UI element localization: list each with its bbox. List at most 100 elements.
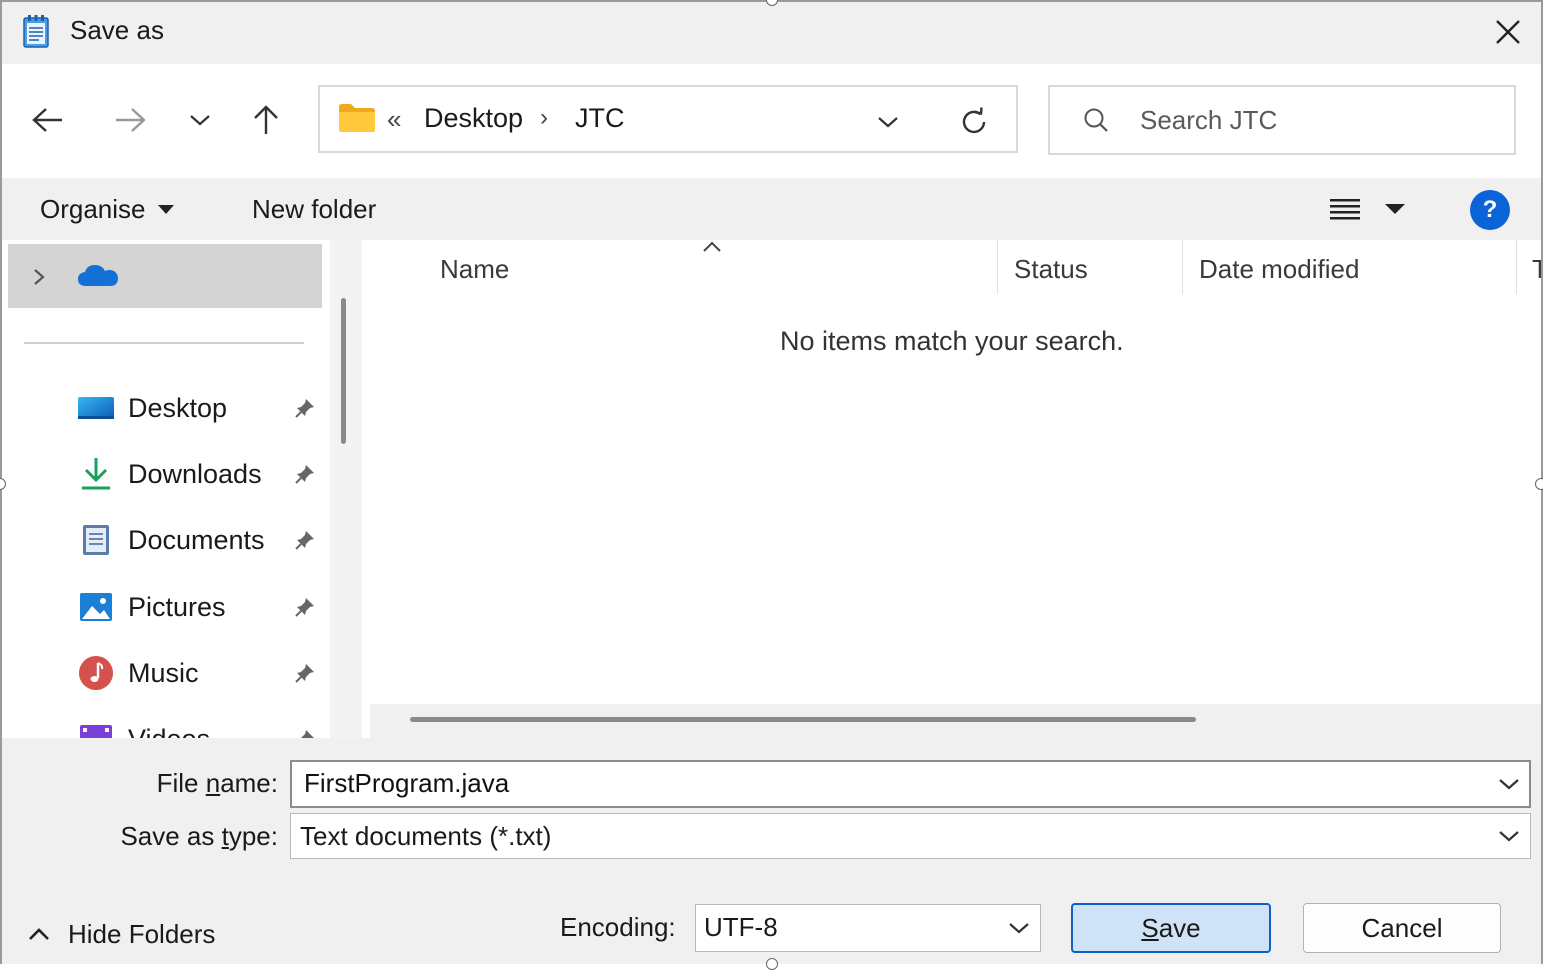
sidebar-item-label: Videos — [128, 724, 292, 739]
file-name-label: File name: — [40, 768, 278, 799]
close-icon — [1496, 20, 1520, 44]
column-divider[interactable] — [997, 240, 998, 294]
navpane-clip: Videos — [0, 700, 330, 738]
download-icon — [76, 454, 116, 494]
documents-icon — [76, 520, 116, 560]
sidebar-item-downloads[interactable]: Downloads — [70, 446, 322, 502]
hide-folders-label: Hide Folders — [68, 918, 216, 949]
back-button[interactable] — [20, 92, 76, 148]
save-as-type-label: Save as type: — [40, 821, 278, 852]
navpane-scrollbar-thumb[interactable] — [341, 298, 346, 444]
pin-icon[interactable] — [292, 461, 318, 487]
chevron-down-icon — [1009, 923, 1029, 934]
resize-handle-right[interactable] — [1535, 478, 1543, 490]
column-divider[interactable] — [1516, 240, 1517, 294]
empty-state-message: No items match your search. — [780, 326, 1124, 356]
pictures-icon — [76, 587, 116, 627]
access-key: t — [221, 821, 229, 851]
new-folder-button[interactable]: New folder — [242, 186, 386, 232]
arrow-left-icon — [32, 108, 62, 132]
sidebar-item-documents[interactable]: Documents — [70, 512, 322, 568]
change-view-button[interactable] — [1320, 188, 1370, 230]
encoding-label: Encoding: — [560, 912, 676, 942]
save-as-type-value[interactable]: Text documents (*.txt) — [300, 821, 551, 852]
file-name-input[interactable] — [304, 765, 1474, 801]
column-header-status[interactable]: Status — [1014, 254, 1088, 285]
address-bar[interactable] — [318, 85, 1018, 153]
breadcrumb-desktop[interactable]: Desktop — [424, 103, 523, 134]
caret-down-icon — [1385, 204, 1405, 214]
sidebar-item-label: Documents — [128, 524, 265, 555]
horizontal-scrollbar-thumb[interactable] — [410, 717, 1196, 722]
encoding-value[interactable]: UTF-8 — [704, 912, 778, 943]
title-bar — [0, 0, 1543, 64]
save-button[interactable]: Save — [1071, 903, 1271, 953]
sort-ascending-icon — [700, 236, 724, 256]
pin-icon[interactable] — [292, 660, 318, 686]
navpane-scrollbar[interactable] — [330, 240, 362, 738]
forward-button[interactable] — [102, 92, 158, 148]
expand-chevron-icon[interactable] — [26, 262, 52, 292]
pin-icon[interactable] — [292, 726, 318, 738]
column-divider[interactable] — [1182, 240, 1183, 294]
chevron-up-icon — [24, 922, 54, 946]
search-input[interactable] — [1140, 100, 1490, 140]
help-button[interactable]: ? — [1470, 190, 1510, 230]
sidebar-item-pictures[interactable]: Pictures — [70, 579, 322, 635]
sidebar-item-label: Music — [128, 657, 199, 688]
recent-locations-button[interactable] — [174, 92, 226, 148]
breadcrumb-separator[interactable]: › — [540, 104, 548, 132]
videos-icon — [76, 719, 116, 738]
refresh-button[interactable] — [950, 100, 998, 144]
encoding-dropdown-button[interactable] — [1000, 910, 1038, 946]
pin-icon[interactable] — [292, 395, 318, 421]
button-label-part: ave — [1158, 912, 1201, 943]
sidebar-item-videos[interactable]: Videos — [70, 711, 322, 738]
address-dropdown-button[interactable] — [868, 104, 908, 140]
chevron-down-icon — [1499, 831, 1519, 842]
access-key: n — [205, 768, 221, 798]
label-part: ame: — [220, 768, 278, 798]
window-title: Save as — [70, 15, 164, 45]
sidebar-item-label: Pictures — [128, 591, 226, 622]
arrow-up-icon — [254, 105, 278, 134]
organise-label: Organise — [40, 193, 146, 224]
pin-icon[interactable] — [292, 594, 318, 620]
chevron-down-icon — [190, 115, 210, 126]
file-name-dropdown-button[interactable] — [1490, 766, 1528, 802]
organise-button[interactable]: Organise — [30, 186, 184, 232]
sidebar-item-label: Desktop — [128, 392, 228, 423]
breadcrumb-jtc[interactable]: JTC — [575, 103, 625, 134]
notepad-icon — [22, 14, 50, 48]
column-header-name[interactable]: Name — [440, 254, 509, 285]
column-header-date-modified[interactable]: Date modified — [1199, 254, 1359, 285]
arrow-right-icon — [116, 108, 146, 132]
resize-handle-bottom[interactable] — [766, 958, 778, 970]
desktop-icon — [76, 388, 116, 428]
sidebar-item-music[interactable]: Music — [70, 645, 322, 701]
nav-divider — [24, 342, 304, 344]
chevron-down-icon — [1499, 779, 1519, 790]
label-part: Save as — [120, 821, 222, 851]
up-button[interactable] — [238, 92, 294, 148]
pin-icon[interactable] — [292, 527, 318, 553]
view-options-dropdown[interactable] — [1378, 188, 1412, 230]
refresh-icon — [962, 107, 986, 134]
list-view-icon — [1330, 199, 1360, 220]
search-icon — [1080, 104, 1112, 136]
cancel-button[interactable]: Cancel — [1303, 903, 1501, 953]
sidebar-item-desktop[interactable]: Desktop — [70, 380, 322, 436]
file-list — [368, 240, 1543, 704]
folder-icon — [337, 102, 377, 134]
label-part: File — [156, 768, 206, 798]
hide-folders-button[interactable]: Hide Folders — [24, 912, 215, 956]
onedrive-icon — [76, 262, 120, 288]
sidebar-item-onedrive[interactable] — [8, 244, 322, 308]
chevron-down-icon — [878, 117, 898, 128]
caret-down-icon — [157, 204, 174, 214]
close-button[interactable] — [1478, 8, 1538, 56]
access-key: S — [1141, 912, 1159, 943]
command-bar — [0, 178, 1543, 240]
save-as-type-dropdown-button[interactable] — [1490, 818, 1528, 854]
breadcrumb-overflow[interactable]: « — [387, 104, 401, 135]
